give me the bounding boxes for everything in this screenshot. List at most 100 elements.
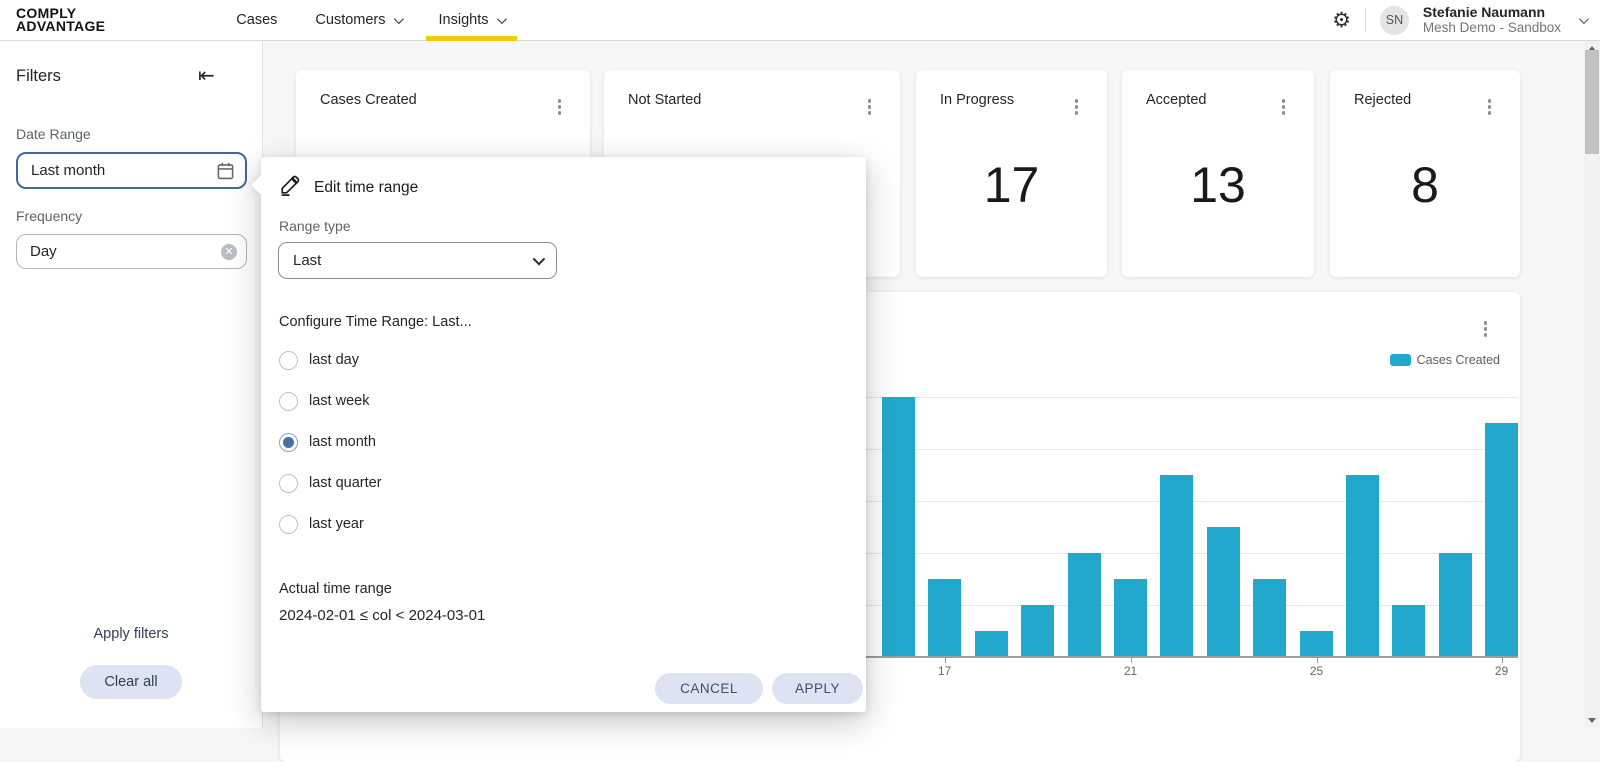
chart-bar-day-29[interactable] bbox=[1485, 423, 1518, 657]
chart-bar-day-20[interactable] bbox=[1068, 553, 1101, 657]
time-range-option-last-month[interactable]: last month bbox=[279, 432, 376, 452]
date-range-label: Date Range bbox=[16, 126, 91, 142]
range-type-label: Range type bbox=[279, 218, 351, 234]
avatar[interactable]: SN bbox=[1379, 5, 1409, 35]
frequency-field[interactable]: ✕ bbox=[16, 234, 247, 269]
legend-swatch bbox=[1389, 354, 1411, 366]
popover-header: Edit time range bbox=[279, 174, 418, 201]
logo-line-2: ADVANTAGE bbox=[16, 18, 106, 34]
kpi-kebab-menu-icon[interactable] bbox=[865, 96, 875, 118]
collapse-sidebar-icon[interactable]: ⇤ bbox=[198, 63, 215, 88]
nav-item-customers[interactable]: Customers bbox=[296, 0, 419, 40]
kpi-kebab-menu-icon[interactable] bbox=[1072, 96, 1082, 118]
nav-item-label: Insights bbox=[438, 12, 489, 28]
user-block[interactable]: Stefanie Naumann Mesh Demo - Sandbox bbox=[1423, 4, 1561, 36]
scrollbar-thumb[interactable] bbox=[1585, 50, 1599, 154]
radio-button[interactable] bbox=[279, 350, 298, 370]
radio-button[interactable] bbox=[279, 514, 298, 534]
configure-time-range-label: Configure Time Range: Last... bbox=[279, 314, 472, 330]
radio-button[interactable] bbox=[279, 473, 298, 493]
kpi-kebab-menu-icon[interactable] bbox=[1279, 96, 1289, 118]
chart-bar-day-17[interactable] bbox=[928, 579, 961, 657]
nav-item-label: Customers bbox=[315, 12, 386, 28]
x-axis-tick-label: 25 bbox=[1309, 664, 1324, 678]
chart-bar-day-21[interactable] bbox=[1114, 579, 1147, 657]
nav-item-insights[interactable]: Insights bbox=[420, 0, 523, 41]
x-axis-tick bbox=[1130, 658, 1132, 663]
calendar-icon[interactable] bbox=[216, 161, 235, 180]
x-axis-tick bbox=[1501, 658, 1503, 663]
radio-label: last week bbox=[309, 393, 370, 409]
radio-button[interactable] bbox=[279, 391, 298, 411]
chevron-down-icon[interactable] bbox=[1578, 13, 1589, 24]
date-range-field[interactable] bbox=[16, 152, 247, 189]
chart-bar-day-16[interactable] bbox=[882, 397, 915, 657]
chevron-down-icon bbox=[496, 13, 507, 24]
chart-bar-day-19[interactable] bbox=[1021, 605, 1054, 657]
actual-time-range-value: 2024-02-01 ≤ col < 2024-03-01 bbox=[279, 607, 486, 624]
kpi-title: In Progress bbox=[940, 92, 1015, 108]
nav-item-label: Cases bbox=[236, 12, 278, 28]
kpi-card-accepted: Accepted 13 bbox=[1122, 70, 1314, 277]
radio-label: last month bbox=[309, 434, 376, 450]
vertical-scrollbar[interactable] bbox=[1584, 41, 1600, 728]
nav-item-cases[interactable]: Cases bbox=[217, 0, 296, 40]
frequency-input[interactable] bbox=[17, 243, 221, 260]
comply-advantage-logo: COMPLY ADVANTAGE bbox=[16, 6, 106, 34]
actual-time-range-label: Actual time range bbox=[279, 581, 392, 597]
range-type-value: Last bbox=[293, 252, 322, 269]
chart-bar-day-28[interactable] bbox=[1439, 553, 1472, 657]
kpi-title: Rejected bbox=[1354, 92, 1412, 108]
x-axis-tick-label: 21 bbox=[1123, 664, 1138, 678]
range-type-select[interactable]: Last bbox=[278, 242, 557, 279]
frequency-label: Frequency bbox=[16, 208, 83, 224]
kpi-title: Not Started bbox=[628, 92, 702, 108]
radio-label: last year bbox=[309, 516, 364, 532]
clear-frequency-icon[interactable]: ✕ bbox=[221, 243, 237, 260]
edit-time-range-popover: Edit time range Range type Last Configur… bbox=[251, 157, 866, 712]
user-org: Mesh Demo - Sandbox bbox=[1422, 20, 1561, 35]
kpi-kebab-menu-icon[interactable] bbox=[1485, 96, 1495, 118]
kpi-title: Accepted bbox=[1146, 92, 1207, 108]
kpi-value: 13 bbox=[1190, 157, 1246, 213]
header-divider bbox=[1364, 8, 1366, 32]
user-name: Stefanie Naumann bbox=[1422, 4, 1546, 20]
radio-label: last day bbox=[309, 352, 359, 368]
clear-all-button[interactable]: Clear all bbox=[80, 665, 182, 699]
kpi-title: Cases Created bbox=[320, 92, 417, 108]
chart-bar-day-18[interactable] bbox=[975, 631, 1008, 657]
radio-button[interactable] bbox=[279, 432, 298, 452]
chart-kebab-menu-icon[interactable] bbox=[1481, 318, 1491, 340]
kpi-card-rejected: Rejected 8 bbox=[1330, 70, 1520, 277]
chart-bar-day-26[interactable] bbox=[1346, 475, 1379, 657]
x-axis-tick bbox=[944, 658, 946, 663]
gear-icon[interactable]: ⚙ bbox=[1332, 10, 1351, 31]
cancel-button[interactable]: CANCEL bbox=[655, 673, 763, 704]
chart-bar-day-27[interactable] bbox=[1392, 605, 1425, 657]
chart-bar-day-22[interactable] bbox=[1160, 475, 1193, 657]
time-range-option-last-week[interactable]: last week bbox=[279, 391, 369, 411]
radio-label: last quarter bbox=[309, 475, 382, 491]
chart-bar-day-24[interactable] bbox=[1253, 579, 1286, 657]
top-bar: COMPLY ADVANTAGE Cases Customers Insights … bbox=[0, 0, 1600, 41]
main-nav: Cases Customers Insights bbox=[217, 0, 523, 41]
apply-filters-button[interactable]: Apply filters bbox=[0, 626, 262, 642]
chart-bar-day-25[interactable] bbox=[1300, 631, 1333, 657]
time-range-option-last-year[interactable]: last year bbox=[279, 514, 364, 534]
x-axis-tick bbox=[1316, 658, 1318, 663]
chart-legend: Cases Created bbox=[1389, 353, 1500, 367]
filters-title: Filters bbox=[16, 67, 61, 85]
date-range-input[interactable] bbox=[18, 162, 216, 179]
kpi-value: 8 bbox=[1411, 157, 1439, 213]
time-range-option-last-quarter[interactable]: last quarter bbox=[279, 473, 382, 493]
kpi-kebab-menu-icon[interactable] bbox=[555, 96, 565, 118]
apply-button[interactable]: APPLY bbox=[772, 673, 863, 704]
filters-sidebar: Filters ⇤ Date Range Frequency ✕ Apply f… bbox=[0, 41, 263, 728]
time-range-option-last-day[interactable]: last day bbox=[279, 350, 359, 370]
chevron-down-icon bbox=[393, 13, 404, 24]
x-axis-tick-label: 17 bbox=[937, 664, 952, 678]
scroll-down-arrow-icon[interactable] bbox=[1588, 718, 1596, 723]
chart-bar-day-23[interactable] bbox=[1207, 527, 1240, 657]
kpi-value: 17 bbox=[983, 157, 1040, 213]
x-axis-tick-label: 29 bbox=[1494, 664, 1509, 678]
